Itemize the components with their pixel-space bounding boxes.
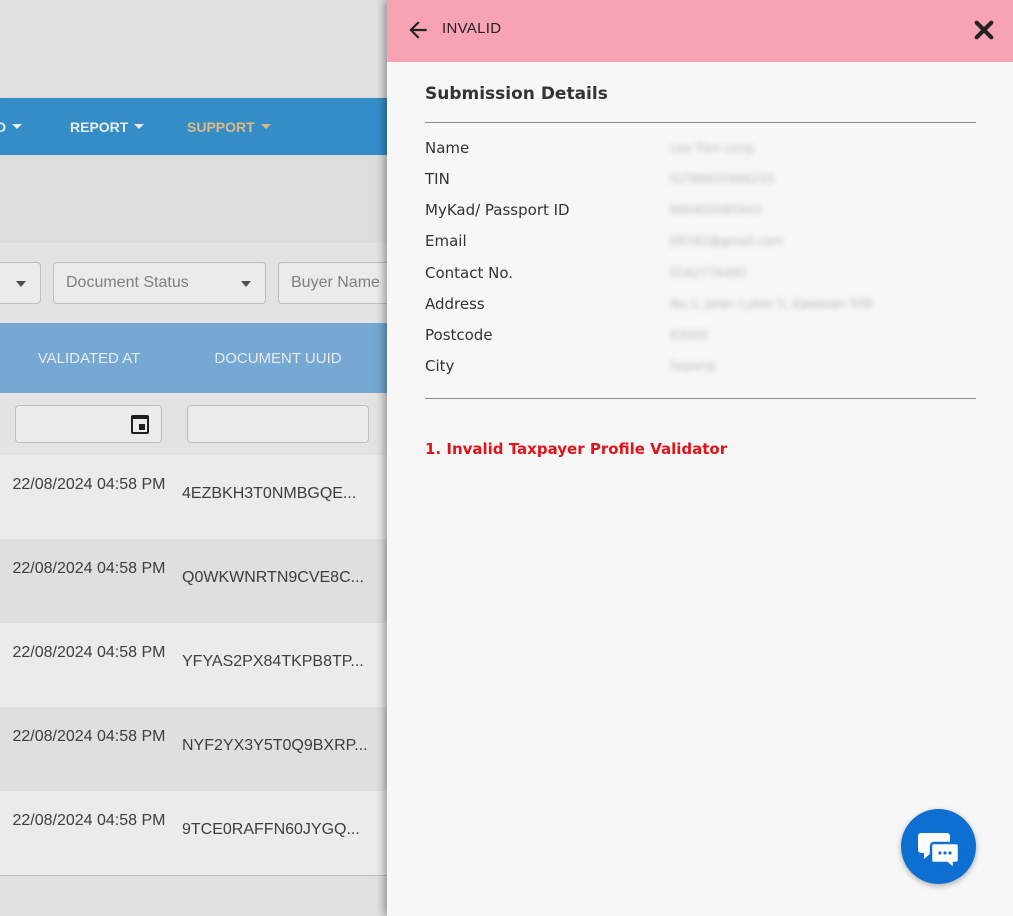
panel-status-title: INVALID	[442, 20, 502, 37]
detail-value: jt9392@gmail.com	[670, 234, 784, 248]
detail-value: No.1, Jalan Cyber 5, Kawasan 508	[670, 297, 873, 311]
detail-value: IG788935906235	[670, 172, 775, 186]
validation-error: 1. Invalid Taxpayer Profile Validator	[425, 440, 728, 458]
panel-header: INVALID	[387, 0, 1013, 62]
detail-row-contact: Contact No. 0162776492	[425, 264, 976, 295]
detail-row-name: Name Lee Tien Long	[425, 139, 976, 170]
detail-label: MyKad/ Passport ID	[425, 201, 570, 219]
detail-row-city: City Sepang	[425, 357, 976, 388]
arrow-left-icon[interactable]	[405, 17, 431, 43]
detail-value: 0162776492	[670, 266, 747, 280]
detail-label: Contact No.	[425, 264, 514, 282]
section-title: Submission Details	[425, 84, 608, 104]
detail-label: Address	[425, 295, 485, 313]
close-icon[interactable]	[973, 19, 995, 41]
detail-value: 63000	[670, 328, 709, 342]
detail-row-postcode: Postcode 63000	[425, 326, 976, 357]
detail-row-address: Address No.1, Jalan Cyber 5, Kawasan 508	[425, 295, 976, 326]
detail-row-passport-id: MyKad/ Passport ID 840405085943	[425, 201, 976, 232]
detail-label: Postcode	[425, 326, 493, 344]
chat-button[interactable]	[901, 809, 976, 884]
chat-bubbles-icon	[918, 833, 961, 872]
detail-value: 840405085943	[670, 203, 762, 217]
divider	[425, 122, 976, 123]
detail-row-email: Email jt9392@gmail.com	[425, 232, 976, 263]
detail-value: Sepang	[670, 359, 716, 373]
submission-details-panel: INVALID Submission Details Name Lee Tien…	[387, 0, 1013, 916]
detail-label: City	[425, 357, 455, 375]
divider	[425, 398, 976, 399]
detail-label: TIN	[425, 170, 450, 188]
detail-label: Email	[425, 232, 467, 250]
detail-label: Name	[425, 139, 470, 157]
detail-row-tin: TIN IG788935906235	[425, 170, 976, 201]
detail-value: Lee Tien Long	[670, 141, 754, 155]
